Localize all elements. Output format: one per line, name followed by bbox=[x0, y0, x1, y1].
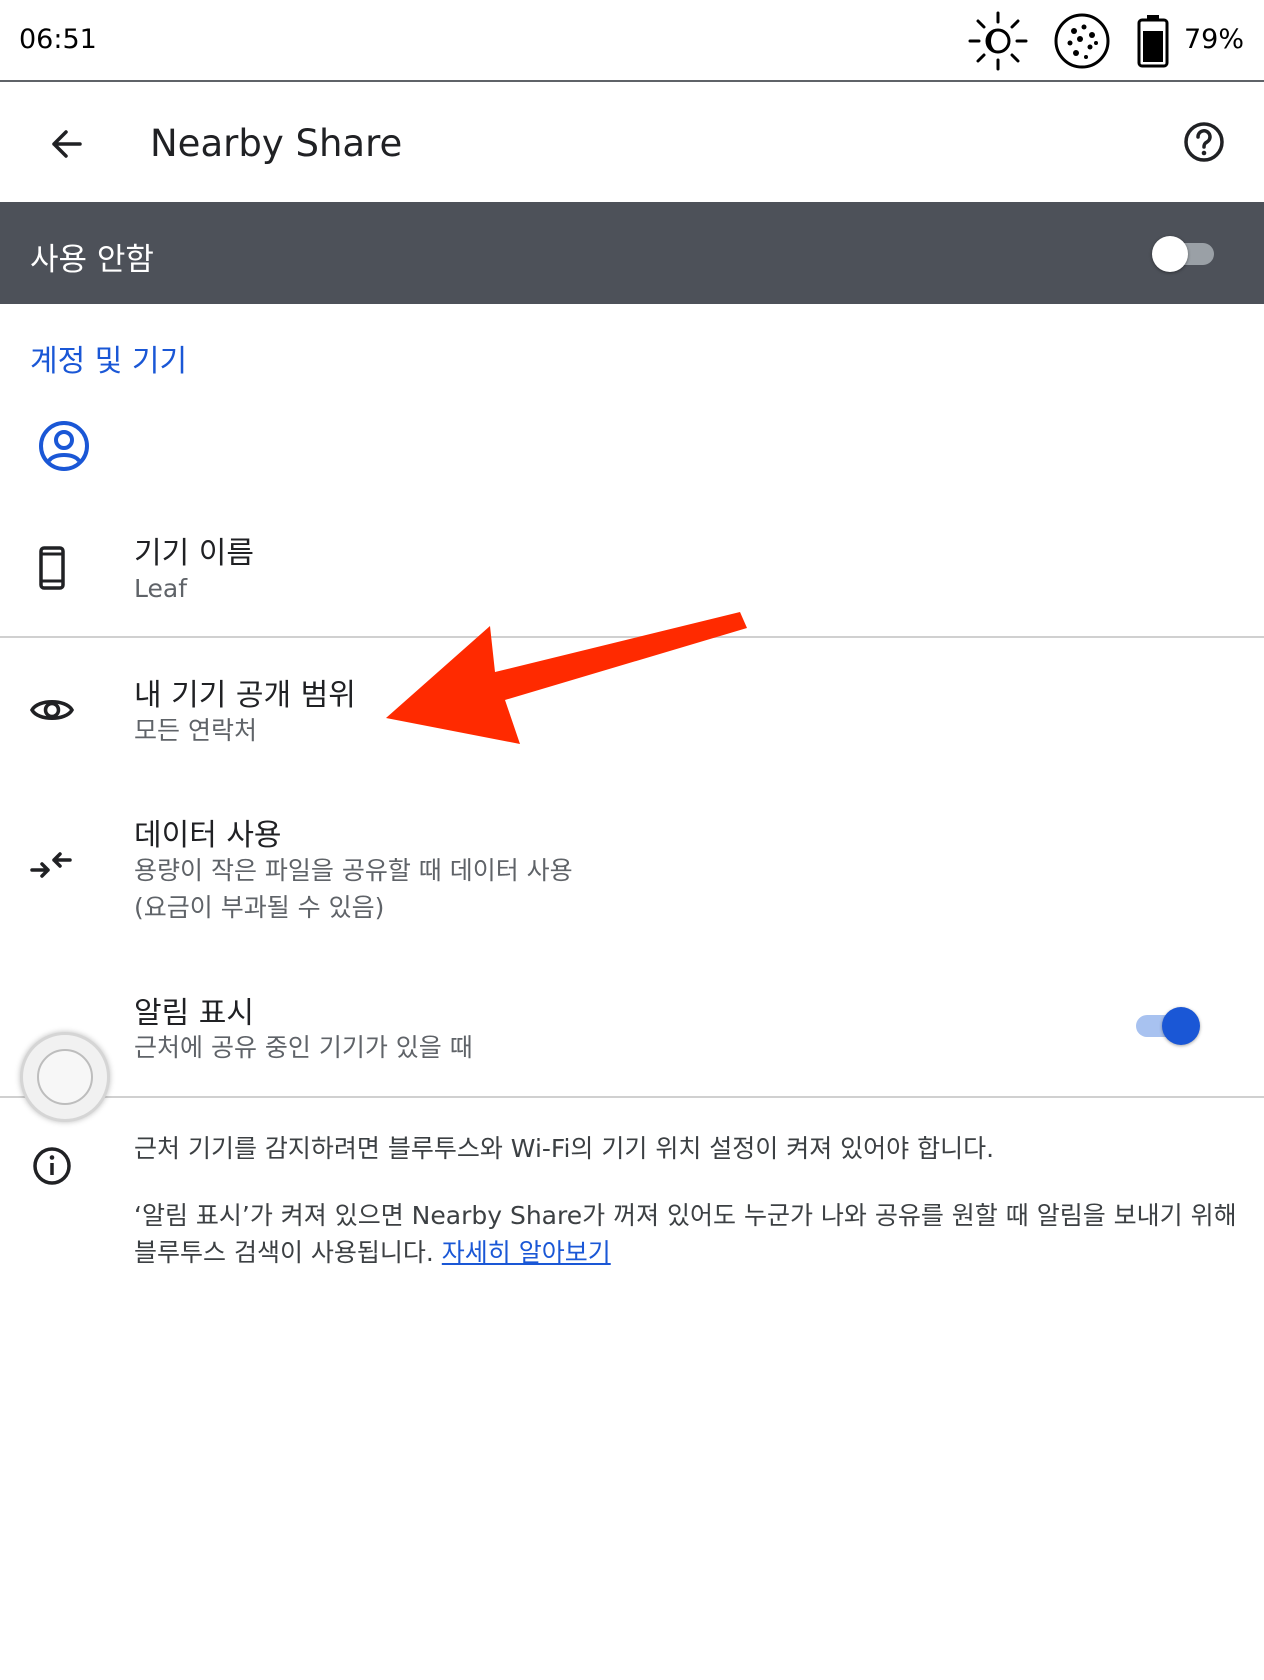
info-icon bbox=[33, 1147, 71, 1185]
data-arrows-icon bbox=[30, 852, 72, 878]
section-header: 계정 및 기기 bbox=[30, 344, 188, 379]
setting-title: 알림 표시 bbox=[134, 996, 254, 1031]
status-time: 06:51 bbox=[19, 24, 97, 55]
setting-subtitle: Leaf bbox=[134, 574, 187, 603]
setting-row-notifications[interactable]: 알림 표시 근처에 공유 중인 기기가 있을 때 bbox=[0, 980, 1264, 1062]
status-bar: 06:51 79% bbox=[0, 0, 1264, 82]
battery-icon bbox=[1137, 15, 1169, 68]
setting-subtitle-line1: 용량이 작은 파일을 공유할 때 데이터 사용 bbox=[134, 856, 573, 885]
switch-thumb bbox=[1152, 236, 1188, 272]
battery-percent: 79% bbox=[1183, 24, 1244, 55]
learn-more-link[interactable]: 자세히 알아보기 bbox=[442, 1238, 611, 1267]
info-text-line1: 근처 기기를 감지하려면 블루투스와 Wi-Fi의 기기 위치 설정이 켜져 있… bbox=[134, 1134, 995, 1163]
annotation-arrow bbox=[386, 612, 747, 744]
arrow-left-icon[interactable] bbox=[36, 114, 96, 174]
master-toggle-bar[interactable]: 사용 안함 bbox=[0, 202, 1264, 304]
page-title: Nearby Share bbox=[150, 122, 403, 165]
setting-subtitle: 모든 연락처 bbox=[134, 716, 257, 745]
setting-title: 내 기기 공개 범위 bbox=[134, 678, 356, 713]
setting-subtitle-line2: (요금이 부과될 수 있음) bbox=[134, 893, 385, 922]
master-toggle-switch[interactable] bbox=[1152, 236, 1214, 272]
help-circle-icon[interactable] bbox=[1176, 114, 1232, 170]
floating-assist-button-inner bbox=[37, 1049, 93, 1105]
floating-assist-button[interactable] bbox=[20, 1032, 110, 1122]
divider bbox=[0, 1096, 1264, 1098]
info-text-line3-container: 블루투스 검색이 사용됩니다. 자세히 알아보기 bbox=[134, 1234, 611, 1272]
notifications-toggle-switch[interactable] bbox=[1136, 1006, 1200, 1046]
setting-title: 데이터 사용 bbox=[134, 818, 282, 853]
brightness-icon bbox=[968, 11, 1028, 71]
switch-thumb bbox=[1162, 1007, 1200, 1045]
annotation-arrow-shape bbox=[386, 612, 747, 744]
account-circle-icon[interactable] bbox=[36, 418, 92, 474]
reading-mode-icon bbox=[1054, 13, 1110, 69]
setting-title: 기기 이름 bbox=[134, 536, 254, 571]
info-text-line3: 블루투스 검색이 사용됩니다. bbox=[134, 1238, 434, 1267]
phone-icon bbox=[39, 546, 65, 590]
master-toggle-label: 사용 안함 bbox=[30, 242, 154, 278]
setting-row-data-usage[interactable]: 데이터 사용 용량이 작은 파일을 공유할 때 데이터 사용 (요금이 부과될 … bbox=[0, 800, 1264, 940]
app-bar: Nearby Share bbox=[0, 84, 1264, 202]
info-text-line2: ‘알림 표시’가 켜져 있으면 Nearby Share가 꺼져 있어도 누군가… bbox=[134, 1201, 1237, 1230]
eye-icon bbox=[30, 700, 74, 720]
setting-subtitle: 근처에 공유 중인 기기가 있을 때 bbox=[134, 1033, 473, 1062]
